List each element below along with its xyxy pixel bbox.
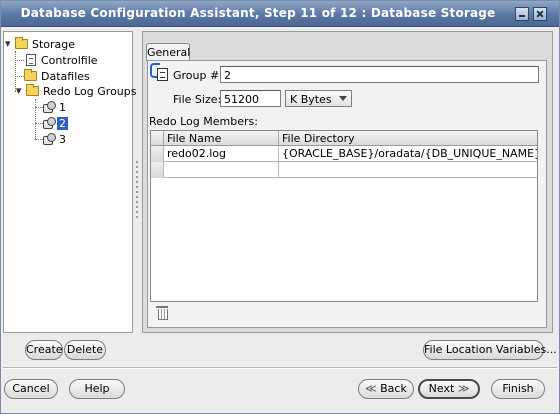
tree-node-label-selected: 2 (57, 116, 68, 130)
tree-node-label: Controlfile (41, 53, 98, 67)
redo-group-icon (43, 117, 56, 129)
tree-node-label: Storage (32, 37, 76, 51)
create-button[interactable]: Create (25, 340, 63, 360)
tree-node-label: 3 (59, 132, 66, 146)
tree-node-group-1[interactable]: 1 (43, 100, 68, 114)
column-header-file-name[interactable]: File Name (164, 131, 279, 146)
file-directory-cell[interactable]: {ORACLE_BASE}/oradata/{DB_UNIQUE_NAME}/ (279, 146, 537, 162)
redo-log-group-icon (150, 63, 170, 83)
tab-general[interactable]: General (146, 43, 190, 61)
tree-node-label: Datafiles (41, 69, 90, 83)
chevron-left-icon: ≪ (365, 382, 377, 395)
file-size-field[interactable]: 51200 (220, 90, 281, 107)
trash-icon[interactable] (156, 306, 168, 320)
redo-log-members-table: File Name File Directory redo02.log {ORA… (150, 130, 538, 302)
minimize-button[interactable] (515, 7, 529, 21)
expand-toggle-icon[interactable] (16, 84, 25, 97)
back-button-label: Back (380, 382, 407, 395)
next-button[interactable]: Next ≫ (418, 379, 480, 399)
cancel-button[interactable]: Cancel (4, 379, 58, 399)
next-button-label: Next (428, 382, 455, 395)
file-size-label: File Size: (173, 93, 222, 106)
panel-splitter-handle[interactable] (135, 161, 139, 225)
table-header: File Name File Directory (151, 131, 537, 146)
window-title: Database Configuration Assistant, Step 1… (20, 6, 496, 20)
row-header-corner (151, 131, 164, 146)
tree-node-group-3[interactable]: 3 (43, 132, 68, 146)
folder-icon (24, 69, 37, 81)
tree-node-redo-log-groups[interactable]: Redo Log Groups (16, 84, 139, 98)
column-header-file-directory[interactable]: File Directory (279, 131, 537, 146)
group-number-field[interactable]: 2 (220, 66, 539, 83)
delete-button[interactable]: Delete (64, 340, 106, 360)
storage-tree: Storage Controlfile Datafiles Redo Log G… (3, 31, 137, 333)
expand-toggle-icon[interactable] (5, 37, 14, 50)
file-location-variables-button[interactable]: File Location Variables... (423, 340, 557, 360)
file-name-cell[interactable] (164, 162, 279, 178)
group-number-label: Group #: (173, 69, 223, 82)
back-button[interactable]: ≪ Back (358, 379, 414, 399)
folder-icon (26, 84, 39, 96)
tree-node-group-2[interactable]: 2 (43, 116, 68, 130)
file-size-unit-select[interactable]: K Bytes (285, 90, 352, 107)
tree-node-label: Redo Log Groups (43, 84, 137, 98)
chevron-down-icon (339, 96, 347, 101)
tree-node-datafiles[interactable]: Datafiles (24, 69, 92, 83)
tree-node-label: 1 (59, 100, 66, 114)
help-button[interactable]: Help (69, 379, 125, 399)
redo-group-icon (43, 101, 56, 113)
redo-group-icon (43, 133, 56, 145)
dbca-window: Database Configuration Assistant, Step 1… (0, 0, 560, 414)
file-name-cell[interactable]: redo02.log (164, 146, 279, 162)
table-row[interactable] (151, 162, 537, 178)
close-button[interactable] (533, 7, 547, 21)
folder-icon (15, 37, 28, 49)
row-header-cell[interactable] (151, 162, 164, 178)
finish-button[interactable]: Finish (491, 379, 545, 399)
row-header-cell[interactable] (151, 146, 164, 162)
unit-selected-value: K Bytes (290, 93, 332, 106)
title-bar: Database Configuration Assistant, Step 1… (1, 1, 559, 27)
chevron-right-icon: ≫ (457, 382, 470, 395)
controlfile-icon (26, 54, 36, 66)
tree-node-controlfile[interactable]: Controlfile (26, 53, 100, 67)
file-directory-cell[interactable] (279, 162, 537, 178)
redo-log-members-label: Redo Log Members: (149, 115, 258, 128)
divider (3, 367, 557, 369)
table-row[interactable]: redo02.log {ORACLE_BASE}/oradata/{DB_UNI… (151, 146, 537, 162)
tree-node-storage[interactable]: Storage (5, 37, 77, 51)
